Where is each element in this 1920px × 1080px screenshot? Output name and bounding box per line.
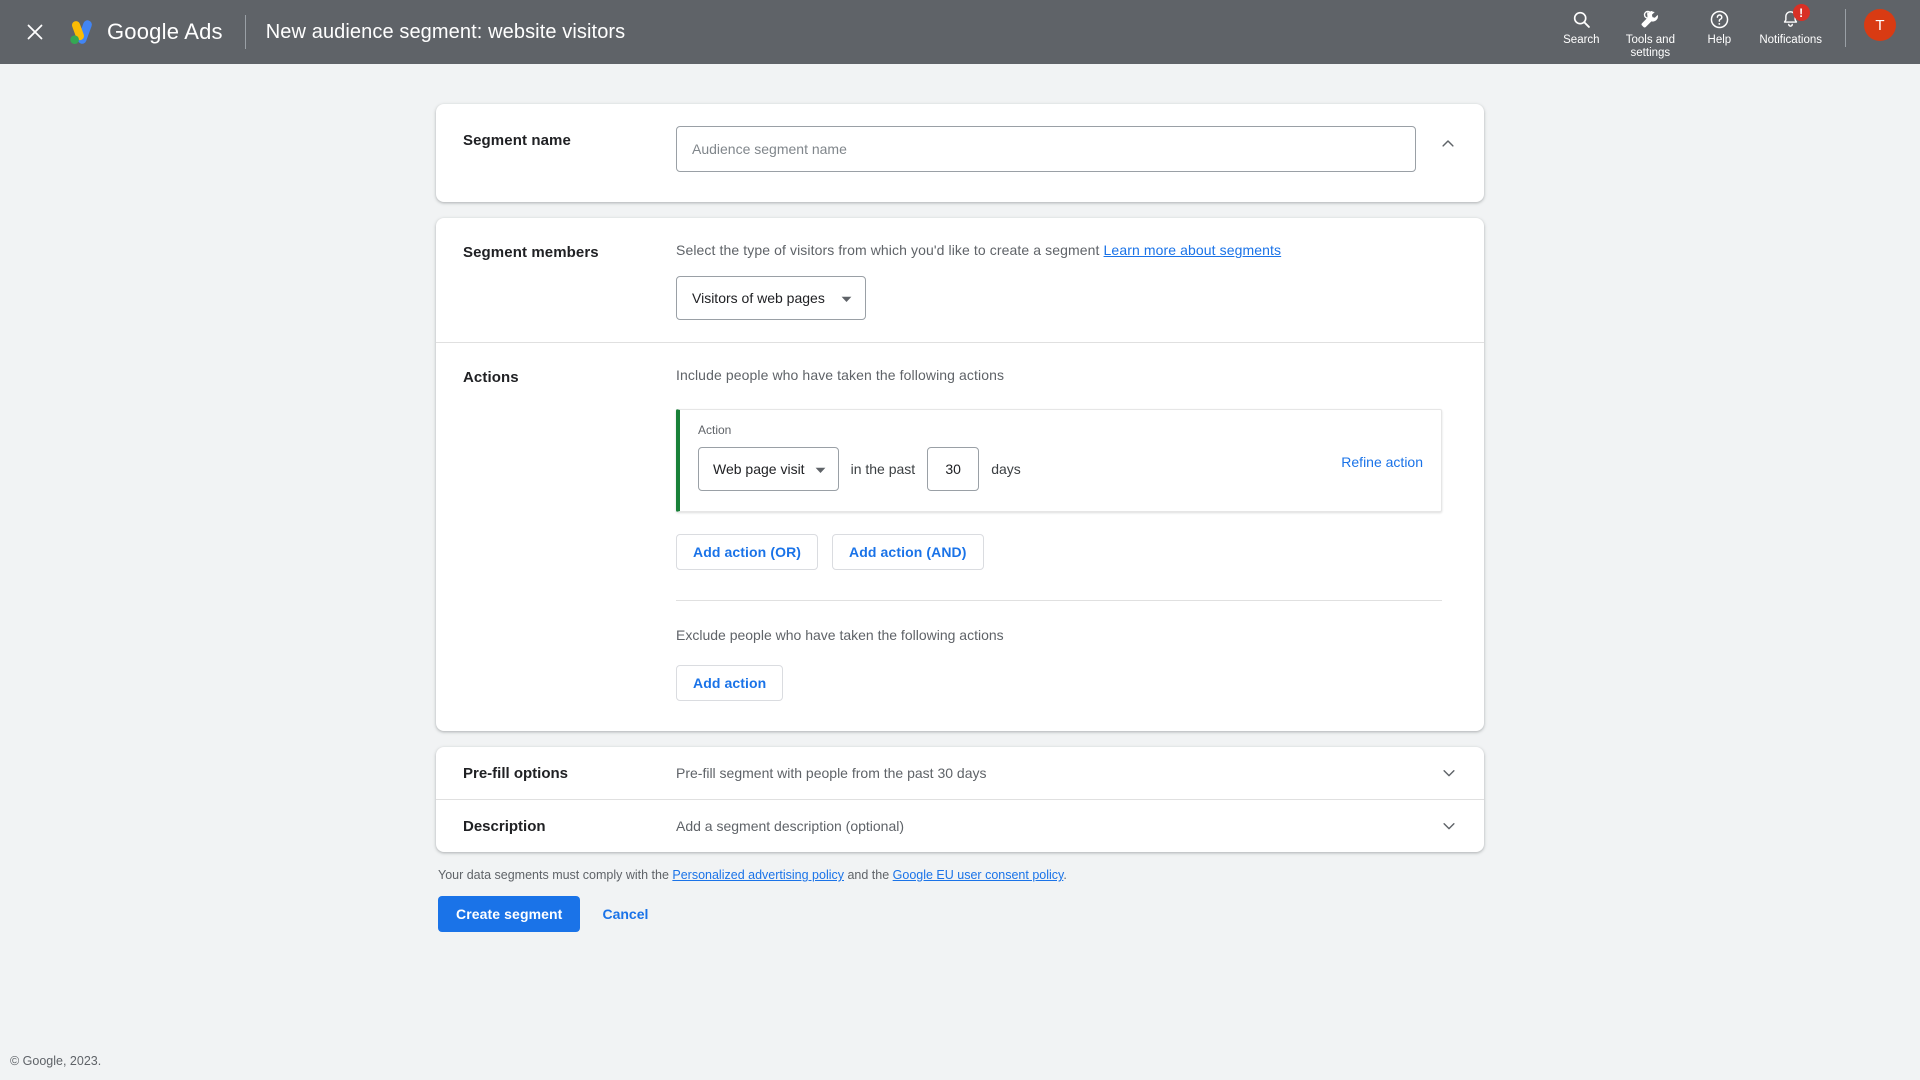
prefill-options-value: Pre-fill segment with people from the pa…: [676, 765, 987, 781]
action-condition-card: Action Web page visit in the past 30 day…: [676, 409, 1442, 512]
chevron-down-icon[interactable]: [1436, 817, 1462, 835]
add-action-and-button[interactable]: Add action (AND): [832, 534, 984, 570]
chevron-down-icon: [815, 461, 826, 477]
notification-badge: !: [1792, 4, 1810, 21]
actions-label: Actions: [463, 369, 519, 386]
app-header: Google Ads New audience segment: website…: [0, 0, 1920, 64]
action-condition-line: Web page visit in the past days: [698, 447, 1423, 491]
header-item-tools-label: Tools and settings: [1625, 34, 1675, 59]
search-icon: [1571, 7, 1592, 31]
description-label: Description: [463, 817, 546, 835]
segment-name-input[interactable]: [676, 126, 1416, 172]
description-value: Add a segment description (optional): [676, 818, 905, 834]
header-divider-right: [1845, 9, 1846, 47]
header-item-search-label: Search: [1563, 34, 1600, 46]
form-action-buttons: Create segment Cancel: [436, 896, 1484, 932]
exclude-action-button-row: Add action: [676, 665, 1464, 701]
header-item-help-label: Help: [1707, 34, 1732, 46]
header-divider: [244, 15, 246, 49]
action-days-input[interactable]: [927, 447, 980, 491]
header-right-group: Search Tools and settings Help ! Notific…: [1550, 0, 1896, 64]
content-container: Segment name Segment members Select the …: [436, 64, 1484, 932]
avatar[interactable]: T: [1864, 9, 1896, 41]
close-icon[interactable]: [18, 15, 52, 49]
policy-notice: Your data segments must comply with the …: [436, 868, 1484, 882]
refine-action-link[interactable]: Refine action: [1341, 454, 1423, 470]
segment-name-label: Segment name: [463, 132, 571, 149]
actions-sub-divider: [676, 600, 1442, 601]
help-circle-icon: [1709, 7, 1730, 31]
action-condition-inner: Action Web page visit in the past 30 day…: [698, 423, 1423, 491]
segment-members-type-select[interactable]: Visitors of web pages: [676, 276, 866, 320]
policy-middle: and the: [844, 868, 893, 882]
segment-members-row: Segment members Select the type of visit…: [436, 218, 1484, 342]
action-type-value: Web page visit: [713, 461, 805, 477]
header-item-help[interactable]: Help: [1688, 7, 1750, 47]
google-eu-consent-policy-link[interactable]: Google EU user consent policy: [893, 868, 1064, 882]
chevron-down-icon[interactable]: [1436, 764, 1462, 782]
action-type-select[interactable]: Web page visit: [698, 447, 839, 491]
exclude-add-action-button[interactable]: Add action: [676, 665, 784, 701]
header-item-tools[interactable]: Tools and settings: [1612, 7, 1688, 59]
policy-suffix: .: [1063, 868, 1067, 882]
create-segment-button[interactable]: Create segment: [438, 896, 581, 932]
segment-members-description: Select the type of visitors from which y…: [676, 242, 1464, 258]
actions-exclude-text: Exclude people who have taken the follow…: [676, 627, 1004, 643]
google-ads-logo-icon: [70, 20, 92, 44]
brand-label: Google Ads: [107, 19, 223, 44]
prefill-options-row[interactable]: Pre-fill options Pre-fill segment with p…: [436, 747, 1484, 799]
segment-name-row: Segment name: [436, 104, 1484, 202]
header-left-group: Google Ads New audience segment: website…: [18, 15, 625, 49]
collapsed-sections-card: Pre-fill options Pre-fill segment with p…: [436, 747, 1484, 852]
segment-members-type-value: Visitors of web pages: [692, 290, 825, 306]
header-item-notifications-label: Notifications: [1759, 34, 1822, 46]
actions-row: Actions Include people who have taken th…: [436, 343, 1484, 731]
page-title: New audience segment: website visitors: [265, 20, 626, 43]
page-body: Segment name Segment members Select the …: [0, 64, 1920, 1080]
action-in-the-past-label: in the past: [850, 461, 916, 477]
chevron-up-icon[interactable]: [1434, 130, 1462, 158]
cancel-button[interactable]: Cancel: [590, 896, 660, 932]
add-action-button-row: Add action (OR) Add action (AND): [676, 534, 1464, 570]
action-caption: Action: [698, 423, 732, 437]
segment-name-card: Segment name: [436, 104, 1484, 202]
learn-more-link[interactable]: Learn more about segments: [1104, 242, 1282, 258]
action-days-unit-label: days: [991, 461, 1021, 477]
segment-members-body: Select the type of visitors from which y…: [676, 218, 1484, 342]
chevron-down-icon: [841, 290, 852, 306]
description-row[interactable]: Description Add a segment description (o…: [436, 800, 1484, 852]
header-item-notifications[interactable]: ! Notifications: [1750, 4, 1831, 47]
personalized-advertising-policy-link[interactable]: Personalized advertising policy: [672, 868, 844, 882]
copyright-text: © Google, 2023.: [10, 1054, 102, 1068]
actions-include-text: Include people who have taken the follow…: [676, 367, 1005, 383]
add-action-or-button[interactable]: Add action (OR): [676, 534, 819, 570]
policy-prefix: Your data segments must comply with the: [438, 868, 673, 882]
header-item-search[interactable]: Search: [1550, 7, 1612, 47]
wrench-icon: [1639, 7, 1661, 31]
google-ads-logo[interactable]: Google Ads: [66, 17, 223, 47]
actions-body: Include people who have taken the follow…: [676, 343, 1484, 731]
segment-name-body: [676, 104, 1484, 202]
prefill-options-label: Pre-fill options: [463, 764, 568, 782]
segment-config-card: Segment members Select the type of visit…: [436, 218, 1484, 731]
segment-members-description-text: Select the type of visitors from which y…: [676, 242, 1100, 258]
segment-members-label: Segment members: [463, 244, 599, 261]
